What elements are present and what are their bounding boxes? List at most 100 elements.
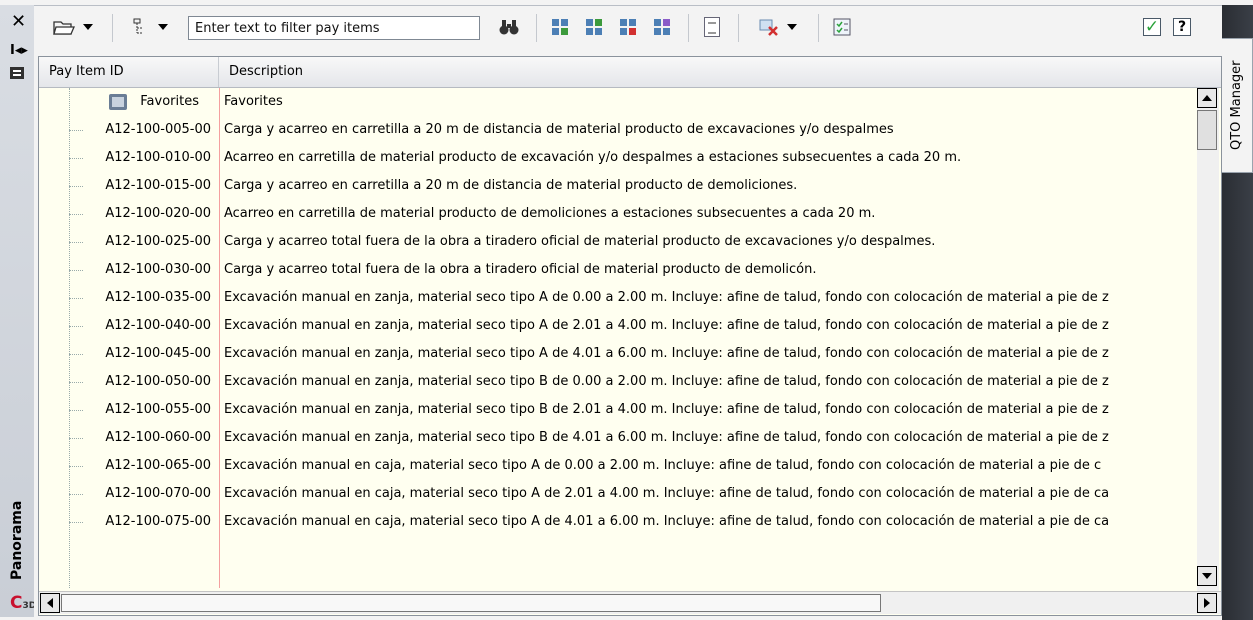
pay-item-id: A12-100-050-00 bbox=[105, 374, 211, 389]
logo-letter: C bbox=[10, 593, 23, 613]
pay-item-description: Carga y acarreo total fuera de la obra a… bbox=[224, 234, 936, 249]
pay-item-description: Excavación manual en zanja, material sec… bbox=[224, 318, 1109, 333]
find-button[interactable] bbox=[494, 14, 524, 40]
toolbar-divider bbox=[536, 14, 537, 42]
chevron-down-icon bbox=[158, 24, 168, 30]
pay-item-description: Excavación manual en zanja, material sec… bbox=[224, 402, 1109, 417]
scroll-left-button[interactable] bbox=[40, 593, 60, 613]
column-header-pay-item-id[interactable]: Pay Item ID bbox=[39, 57, 219, 87]
pay-item-description: Carga y acarreo total fuera de la obra a… bbox=[224, 262, 817, 277]
vertical-scrollbar[interactable] bbox=[1197, 88, 1219, 598]
clear-highlight-icon bbox=[759, 19, 778, 36]
filter-menu-button[interactable] bbox=[122, 14, 178, 40]
grid-rows: Favorites Favorites A12-100-005-00 Carga … bbox=[39, 88, 1194, 588]
report-icon bbox=[704, 17, 720, 37]
scroll-down-button[interactable] bbox=[1197, 566, 1217, 586]
properties-icon[interactable] bbox=[10, 67, 24, 79]
auto-hide-icon[interactable]: I◂▸ bbox=[10, 43, 28, 58]
table-row[interactable]: A12-100-065-00 Excavación manual en caja,… bbox=[39, 452, 1194, 480]
pay-item-id: A12-100-045-00 bbox=[105, 346, 211, 361]
apply-check-icon: ✓ bbox=[1143, 17, 1161, 37]
table-row[interactable]: A12-100-055-00 Excavación manual en zanja… bbox=[39, 396, 1194, 424]
horizontal-scrollbar[interactable] bbox=[39, 591, 1221, 614]
toolbar: ✓ ? bbox=[34, 6, 1222, 56]
table-row[interactable]: A12-100-070-00 Excavación manual en caja,… bbox=[39, 480, 1194, 508]
table-row[interactable]: A12-100-015-00 Carga y acarreo en carreti… bbox=[39, 172, 1194, 200]
pay-item-id: A12-100-015-00 bbox=[105, 178, 211, 193]
toolbar-divider bbox=[688, 14, 689, 42]
pay-item-id: A12-100-010-00 bbox=[105, 150, 211, 165]
pay-item-description: Excavación manual en caja, material seco… bbox=[224, 458, 1102, 473]
pay-item-description: Excavación manual en zanja, material sec… bbox=[224, 290, 1109, 305]
table-row[interactable]: A12-100-045-00 Excavación manual en zanja… bbox=[39, 340, 1194, 368]
assign-pay-item-button[interactable] bbox=[648, 14, 676, 40]
help-button[interactable]: ? bbox=[1170, 14, 1194, 40]
table-row[interactable]: A12-100-075-00 Excavación manual en caja,… bbox=[39, 508, 1194, 536]
add-pay-item-button[interactable] bbox=[546, 14, 574, 40]
toolbar-divider bbox=[738, 14, 739, 42]
filter-input[interactable] bbox=[188, 16, 480, 40]
pay-item-description: Excavación manual en zanja, material sec… bbox=[224, 346, 1109, 361]
report-button[interactable] bbox=[698, 14, 726, 40]
chevron-down-icon bbox=[787, 24, 797, 30]
pay-item-description: Excavación manual en zanja, material sec… bbox=[224, 374, 1109, 389]
column-header-description[interactable]: Description bbox=[219, 57, 1221, 87]
pay-item-id: A12-100-055-00 bbox=[105, 402, 211, 417]
clear-highlight-menu-button[interactable] bbox=[748, 14, 808, 40]
tab-qto-manager-label: QTO Manager bbox=[1229, 60, 1244, 151]
scroll-right-button[interactable] bbox=[1197, 593, 1217, 613]
pay-item-id: A12-100-005-00 bbox=[105, 122, 211, 137]
filter-tree-icon bbox=[133, 18, 142, 34]
palette-title: Panorama bbox=[9, 500, 25, 581]
table-row[interactable]: A12-100-035-00 Excavación manual en zanja… bbox=[39, 284, 1194, 312]
arrow-down-icon bbox=[1202, 573, 1212, 579]
toolbar-divider bbox=[818, 14, 819, 42]
pay-item-description: Excavación manual en caja, material seco… bbox=[224, 514, 1110, 529]
table-row[interactable]: A12-100-050-00 Excavación manual en zanja… bbox=[39, 368, 1194, 396]
vertical-scroll-thumb[interactable] bbox=[1197, 110, 1217, 150]
pay-item-description: Carga y acarreo en carretilla a 20 m de … bbox=[224, 122, 894, 137]
table-row[interactable]: A12-100-025-00 Carga y acarreo total fuer… bbox=[39, 228, 1194, 256]
assign-pay-item-icon bbox=[654, 19, 670, 35]
pay-item-description: Carga y acarreo en carretilla a 20 m de … bbox=[224, 178, 798, 193]
add-pay-item-icon bbox=[552, 19, 568, 35]
scroll-up-button[interactable] bbox=[1197, 88, 1217, 108]
qto-manager-panel: ✓ ? Pay Item ID Description Favorites Fa… bbox=[34, 5, 1222, 618]
pay-item-id: Favorites bbox=[140, 94, 199, 109]
pay-item-id: A12-100-030-00 bbox=[105, 262, 211, 277]
open-menu-button[interactable] bbox=[44, 14, 102, 40]
toolbar-divider bbox=[112, 14, 113, 42]
table-row[interactable]: A12-100-010-00 Acarreo en carretilla de m… bbox=[39, 144, 1194, 172]
horizontal-scroll-thumb[interactable] bbox=[61, 594, 881, 612]
close-icon[interactable]: ✕ bbox=[11, 11, 26, 32]
pay-item-id: A12-100-065-00 bbox=[105, 458, 211, 473]
remove-pay-item-icon bbox=[620, 19, 636, 35]
pay-item-description: Acarreo en carretilla de material produc… bbox=[224, 206, 876, 221]
binoculars-icon bbox=[499, 20, 519, 35]
folder-open-icon bbox=[53, 21, 75, 35]
pay-item-description: Excavación manual en zanja, material sec… bbox=[224, 430, 1109, 445]
civil3d-logo-icon: C3D bbox=[10, 593, 36, 613]
pay-item-list-button[interactable] bbox=[828, 14, 856, 40]
pay-item-id: A12-100-035-00 bbox=[105, 290, 211, 305]
pay-item-id: A12-100-020-00 bbox=[105, 206, 211, 221]
remove-pay-item-button[interactable] bbox=[614, 14, 642, 40]
table-row-favorites[interactable]: Favorites Favorites bbox=[39, 88, 1194, 116]
pay-item-description: Favorites bbox=[224, 94, 283, 109]
pay-item-id: A12-100-075-00 bbox=[105, 514, 211, 529]
edit-pay-item-button[interactable] bbox=[580, 14, 608, 40]
table-row[interactable]: A12-100-060-00 Excavación manual en zanja… bbox=[39, 424, 1194, 452]
pay-item-description: Acarreo en carretilla de material produc… bbox=[224, 150, 962, 165]
tab-qto-manager[interactable]: QTO Manager bbox=[1222, 38, 1253, 173]
table-row[interactable]: A12-100-005-00 Carga y acarreo en carreti… bbox=[39, 116, 1194, 144]
pay-item-grid: Pay Item ID Description Favorites Favori… bbox=[38, 56, 1222, 616]
pay-item-id: A12-100-025-00 bbox=[105, 234, 211, 249]
edit-pay-item-icon bbox=[586, 19, 602, 35]
apply-button[interactable]: ✓ bbox=[1140, 14, 1164, 40]
table-row[interactable]: A12-100-040-00 Excavación manual en zanja… bbox=[39, 312, 1194, 340]
pay-item-description: Excavación manual en caja, material seco… bbox=[224, 486, 1110, 501]
pay-item-id: A12-100-040-00 bbox=[105, 318, 211, 333]
table-row[interactable]: A12-100-030-00 Carga y acarreo total fuer… bbox=[39, 256, 1194, 284]
grid-header: Pay Item ID Description bbox=[39, 57, 1221, 88]
table-row[interactable]: A12-100-020-00 Acarreo en carretilla de m… bbox=[39, 200, 1194, 228]
